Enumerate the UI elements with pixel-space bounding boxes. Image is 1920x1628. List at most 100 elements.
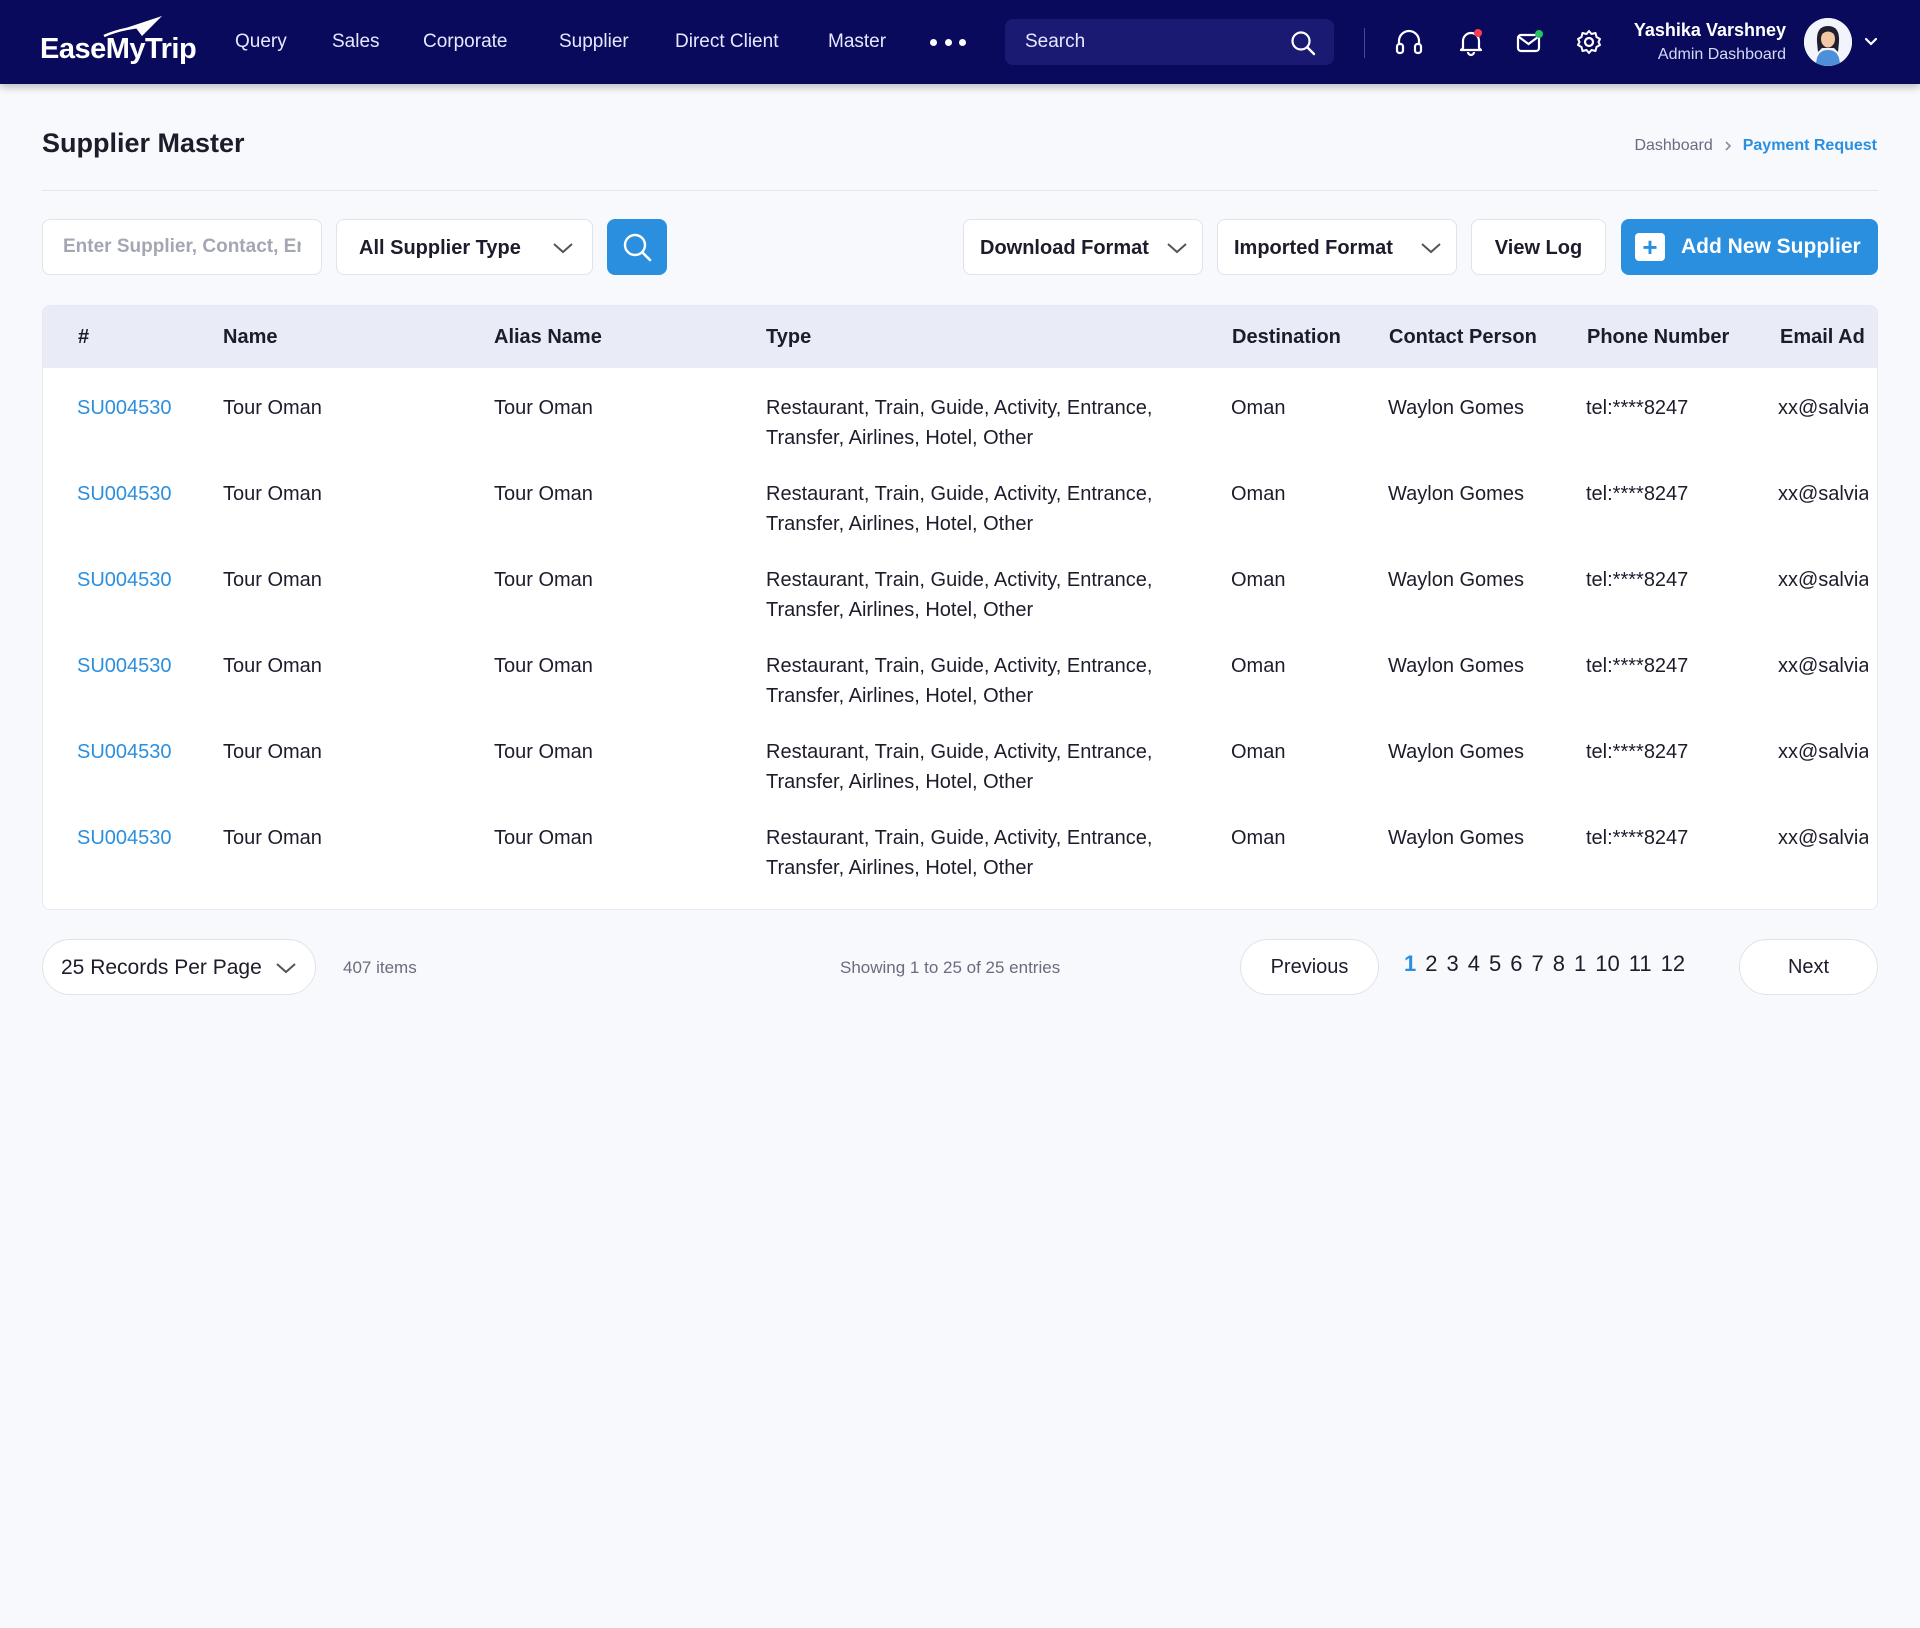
page-6[interactable]: 6	[1510, 951, 1522, 981]
supplier-alias: Tour Oman	[494, 569, 593, 591]
page-title: Supplier Master	[42, 128, 245, 158]
table-row[interactable]: SU004530 Tour Oman Tour Oman Restaurant,…	[43, 823, 1877, 909]
supplier-type: Restaurant, Train, Guide, Activity, Entr…	[766, 483, 1153, 535]
page-5[interactable]: 5	[1489, 951, 1501, 981]
supplier-phone: tel:****8247	[1586, 397, 1689, 419]
header-divider	[42, 190, 1878, 191]
table-row[interactable]: SU004530 Tour Oman Tour Oman Restaurant,…	[43, 651, 1877, 737]
supplier-search-input[interactable]	[43, 220, 321, 274]
supplier-id-link[interactable]: SU004530	[77, 651, 172, 681]
chevron-down-icon	[1421, 243, 1441, 254]
global-search-input[interactable]	[1025, 19, 1285, 65]
supplier-id-link[interactable]: SU004530	[77, 737, 172, 767]
column-header-contact: Contact Person	[1389, 326, 1537, 348]
page-2[interactable]: 2	[1425, 951, 1437, 981]
view-log-label: View Log	[1494, 237, 1583, 259]
supplier-contact: Waylon Gomes	[1388, 569, 1524, 591]
nav-item-master[interactable]: Master	[828, 31, 886, 53]
page-12[interactable]: 12	[1661, 951, 1685, 981]
imported-format-label: Imported Format	[1234, 237, 1393, 259]
table-row[interactable]: SU004530 Tour Oman Tour Oman Restaurant,…	[43, 393, 1877, 479]
page-11[interactable]: 11	[1629, 951, 1652, 981]
chevron-down-icon	[553, 243, 573, 254]
column-header-email: Email Ad	[1780, 326, 1865, 348]
previous-page-button[interactable]: Previous	[1240, 939, 1379, 995]
user-role: Admin Dashboard	[1657, 46, 1786, 63]
nav-item-sales[interactable]: Sales	[332, 31, 380, 53]
supplier-phone: tel:****8247	[1586, 827, 1689, 849]
supplier-destination: Oman	[1231, 569, 1286, 591]
items-count: 407 items	[343, 958, 417, 977]
breadcrumb-dashboard[interactable]: Dashboard	[1634, 137, 1712, 155]
imported-format-select[interactable]: Imported Format	[1217, 219, 1457, 275]
supplier-contact: Waylon Gomes	[1388, 483, 1524, 505]
supplier-destination: Oman	[1231, 397, 1286, 419]
supplier-name: Tour Oman	[223, 483, 322, 505]
user-name: Yashika Varshney	[1633, 20, 1786, 40]
nav-item-supplier[interactable]: Supplier	[559, 31, 629, 53]
table-row[interactable]: SU004530 Tour Oman Tour Oman Restaurant,…	[43, 565, 1877, 651]
download-format-label: Download Format	[980, 237, 1149, 259]
page-7[interactable]: 7	[1532, 951, 1544, 981]
brand-logo[interactable]: EaseMyTrip	[40, 14, 197, 70]
user-avatar[interactable]	[1804, 18, 1852, 66]
top-navbar: EaseMyTrip Query Sales Corporate Supplie…	[0, 0, 1920, 84]
notifications-button[interactable]	[1455, 26, 1487, 58]
supplier-id-link[interactable]: SU004530	[77, 479, 172, 509]
supplier-type-label: All Supplier Type	[359, 237, 521, 259]
search-icon[interactable]	[1290, 30, 1316, 56]
gear-icon[interactable]	[1573, 26, 1605, 58]
view-log-button[interactable]: View Log	[1471, 219, 1606, 275]
chevron-down-icon[interactable]	[1863, 34, 1879, 50]
supplier-name: Tour Oman	[223, 655, 322, 677]
supplier-id-link[interactable]: SU004530	[77, 393, 172, 423]
bell-icon	[1459, 31, 1483, 57]
more-menu-icon[interactable]	[930, 31, 966, 53]
supplier-id-link[interactable]: SU004530	[77, 823, 172, 853]
supplier-type: Restaurant, Train, Guide, Activity, Entr…	[766, 569, 1153, 621]
table-row[interactable]: SU004530 Tour Oman Tour Oman Restaurant,…	[43, 737, 1877, 823]
nav-item-corporate[interactable]: Corporate	[423, 31, 508, 53]
next-page-button[interactable]: Next	[1739, 939, 1878, 995]
page-8[interactable]: 8	[1553, 951, 1565, 981]
nav-item-query[interactable]: Query	[235, 31, 287, 53]
headset-icon[interactable]	[1393, 26, 1425, 58]
supplier-phone: tel:****8247	[1586, 655, 1689, 677]
plus-icon: +	[1635, 233, 1665, 261]
nav-item-direct-client[interactable]: Direct Client	[675, 31, 778, 53]
notification-dot	[1474, 29, 1482, 37]
add-new-supplier-button[interactable]: + Add New Supplier	[1621, 219, 1878, 275]
download-format-select[interactable]: Download Format	[963, 219, 1203, 275]
supplier-id-link[interactable]: SU004530	[77, 565, 172, 595]
chevron-down-icon	[276, 963, 296, 974]
supplier-type: Restaurant, Train, Guide, Activity, Entr…	[766, 655, 1153, 707]
supplier-type: Restaurant, Train, Guide, Activity, Entr…	[766, 397, 1153, 449]
column-header-alias: Alias Name	[494, 326, 602, 348]
column-header-number: #	[78, 326, 90, 348]
filter-search-button[interactable]	[607, 219, 667, 275]
supplier-search-field	[42, 219, 322, 275]
breadcrumb-payment-request[interactable]: Payment Request	[1743, 137, 1877, 155]
records-per-page-label: 25 Records Per Page	[61, 956, 262, 979]
supplier-table: # Name Alias Name Type Destination Conta…	[42, 305, 1878, 910]
supplier-name: Tour Oman	[223, 569, 322, 591]
supplier-name: Tour Oman	[223, 827, 322, 849]
supplier-email: xx@salvia	[1778, 397, 1868, 419]
supplier-type-select[interactable]: All Supplier Type	[336, 219, 593, 275]
logo-text: EaseMyTrip	[40, 33, 197, 65]
global-search	[1005, 19, 1334, 65]
column-header-destination: Destination	[1232, 326, 1341, 348]
page-9[interactable]: 1	[1574, 951, 1586, 981]
messages-button[interactable]	[1513, 26, 1545, 58]
page-10[interactable]: 10	[1595, 951, 1619, 981]
supplier-email: xx@salvia	[1778, 741, 1868, 763]
records-per-page-select[interactable]: 25 Records Per Page	[42, 939, 316, 995]
avatar-image	[1804, 18, 1852, 66]
page-4[interactable]: 4	[1468, 951, 1480, 981]
page-3[interactable]: 3	[1447, 951, 1459, 981]
page-1[interactable]: 1	[1404, 951, 1416, 981]
table-row[interactable]: SU004530 Tour Oman Tour Oman Restaurant,…	[43, 479, 1877, 565]
chevron-down-icon	[1167, 243, 1187, 254]
supplier-name: Tour Oman	[223, 397, 322, 419]
supplier-destination: Oman	[1231, 741, 1286, 763]
